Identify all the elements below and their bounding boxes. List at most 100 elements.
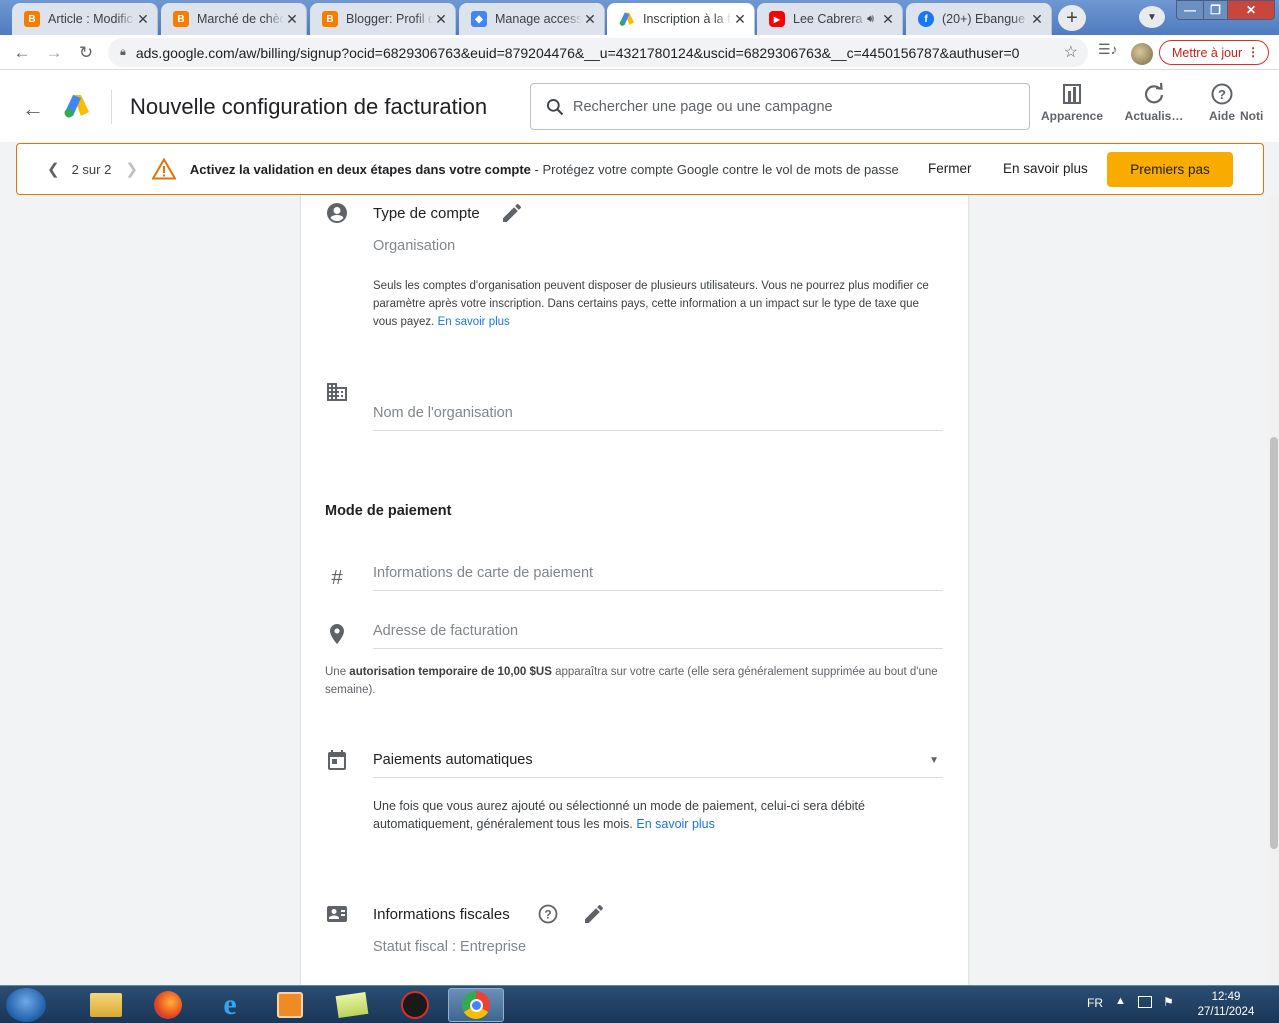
notes-icon: [335, 992, 369, 1018]
appearance-tool[interactable]: Apparence: [1036, 82, 1108, 123]
edit-pencil-icon[interactable]: [582, 902, 606, 926]
close-button[interactable]: Fermer: [928, 161, 972, 176]
media-player-taskbar-button[interactable]: [262, 988, 318, 1022]
update-label: Mettre à jour: [1172, 45, 1243, 60]
tab-title: Marché de chèq: [197, 12, 284, 26]
banner-message: Activez la validation en deux étapes dan…: [190, 162, 899, 177]
learn-more-link[interactable]: En savoir plus: [438, 316, 510, 328]
back-arrow-icon[interactable]: ←: [22, 96, 44, 122]
svg-text:?: ?: [544, 908, 551, 922]
chrome-taskbar-button[interactable]: [448, 988, 504, 1022]
billing-address-field[interactable]: Adresse de facturation: [373, 613, 943, 649]
automatic-payments-description: Une fois que vous aurez ajouté ou sélect…: [373, 797, 945, 833]
start-button[interactable]: [6, 988, 46, 1022]
close-tab-icon[interactable]: ✕: [135, 11, 151, 28]
bookmark-star-icon[interactable]: ☆: [1064, 42, 1078, 62]
close-tab-icon[interactable]: ✕: [433, 11, 449, 28]
close-tab-icon[interactable]: ✕: [880, 11, 896, 28]
blogger-icon: B: [322, 11, 338, 27]
account-circle-icon: [325, 201, 349, 225]
svg-text:?: ?: [1218, 87, 1226, 102]
search-icon: [547, 98, 564, 115]
organization-name-field[interactable]: Nom de l'organisation: [373, 395, 943, 431]
card-info-field[interactable]: Informations de carte de paiement: [373, 555, 943, 591]
google-admin-icon: ◆: [471, 11, 487, 27]
dropdown-arrow-icon: ▼: [929, 755, 939, 766]
update-button[interactable]: Mettre à jour ⋮: [1159, 40, 1270, 65]
browser-tab[interactable]: ◆ Manage access ✕: [459, 3, 605, 35]
sticky-notes-taskbar-button[interactable]: [324, 988, 380, 1022]
blogger-icon: B: [24, 11, 40, 27]
notifications-tool[interactable]: Noti: [1240, 82, 1279, 123]
file-explorer-taskbar-button[interactable]: [78, 988, 134, 1022]
action-center-flag-icon[interactable]: ⚑: [1163, 995, 1174, 1009]
banner-message-rest: - Protégez votre compte Google contre le…: [530, 161, 899, 177]
blogger-icon: B: [173, 11, 189, 27]
refresh-icon: [1144, 82, 1164, 104]
close-window-button[interactable]: ✕: [1227, 0, 1275, 20]
search-input[interactable]: Rechercher une page ou une campagne: [530, 83, 1030, 130]
firefox-icon: [154, 991, 182, 1019]
close-tab-icon[interactable]: ✕: [284, 11, 300, 28]
language-indicator[interactable]: FR: [1087, 996, 1103, 1010]
tab-title: Blogger: Profil d: [346, 12, 433, 26]
internet-explorer-taskbar-button[interactable]: e: [202, 988, 258, 1022]
media-player-icon: [277, 992, 303, 1018]
tab-search-icon[interactable]: ▼: [1139, 6, 1165, 28]
facebook-icon: f: [918, 11, 934, 27]
system-clock[interactable]: 12:49 27/11/2024: [1190, 990, 1262, 1020]
lock-icon[interactable]: 🔒︎: [120, 46, 126, 59]
learn-more-button[interactable]: En savoir plus: [1003, 161, 1088, 176]
close-tab-icon[interactable]: ✕: [732, 11, 748, 28]
browser-tab[interactable]: B Marché de chèq ✕: [161, 3, 307, 35]
close-tab-icon[interactable]: ✕: [582, 11, 598, 28]
automatic-payments-select[interactable]: Paiements automatiques ▼: [373, 742, 943, 778]
edit-pencil-icon[interactable]: [500, 201, 524, 225]
firefox-taskbar-button[interactable]: [140, 988, 196, 1022]
tab-title: Manage access: [495, 12, 582, 26]
new-tab-button[interactable]: +: [1058, 5, 1086, 31]
profile-avatar[interactable]: [1131, 43, 1153, 65]
learn-more-link[interactable]: En savoir plus: [636, 817, 715, 831]
tab-title: Lee Cabrera: [793, 12, 863, 26]
page-scrollbar-thumb[interactable]: [1270, 437, 1278, 849]
refresh-tool[interactable]: Actualis…: [1118, 82, 1190, 123]
show-hidden-icons-icon[interactable]: ▲: [1115, 995, 1126, 1007]
building-icon: [325, 380, 349, 404]
speaker-icon[interactable]: 🔊︎: [867, 13, 874, 26]
temporary-authorization-note: Une autorisation temporaire de 10,00 $US…: [325, 663, 945, 699]
maximize-button[interactable]: ❐: [1203, 0, 1228, 20]
location-pin-icon: [325, 622, 349, 646]
get-started-button[interactable]: Premiers pas: [1107, 152, 1233, 187]
minimize-button[interactable]: —: [1176, 0, 1204, 20]
google-ads-logo-icon[interactable]: [64, 94, 90, 118]
banner-message-bold: Activez la validation en deux étapes dan…: [189, 161, 531, 177]
help-icon: ?: [1211, 83, 1233, 105]
tool-label: Actualis…: [1124, 109, 1184, 123]
browser-tab[interactable]: B Article : Modific ✕: [12, 3, 158, 35]
app-taskbar-button[interactable]: [387, 988, 443, 1022]
tax-status-value: Statut fiscal : Entreprise: [373, 939, 527, 955]
browser-toolbar: ← → ↻ 🔒︎ ads.google.com/aw/billing/signu…: [0, 35, 1279, 70]
banner-counter: 2 sur 2: [71, 161, 112, 177]
chevron-right-icon[interactable]: ❯: [125, 160, 138, 178]
browser-tab[interactable]: ▶ Lee Cabrera 🔊︎ ✕: [757, 3, 903, 35]
tab-title: Inscription à la f: [643, 12, 731, 26]
browser-tab-active[interactable]: Inscription à la f ✕: [607, 3, 755, 35]
url-text: ads.google.com/aw/billing/signup?ocid=68…: [135, 44, 1020, 61]
tool-label: Noti: [1240, 109, 1264, 123]
close-tab-icon[interactable]: ✕: [1029, 11, 1045, 28]
media-control-icon[interactable]: ☰♪: [1098, 41, 1118, 58]
account-type-description: Seuls les comptes d'organisation peuvent…: [373, 277, 945, 331]
automatic-payments-label: Paiements automatiques: [373, 752, 533, 768]
address-bar[interactable]: 🔒︎ ads.google.com/aw/billing/signup?ocid…: [108, 38, 1088, 67]
reload-icon[interactable]: ↻: [74, 41, 98, 65]
network-icon[interactable]: [1138, 996, 1152, 1008]
forward-icon[interactable]: →: [42, 41, 66, 65]
back-icon[interactable]: ←: [10, 41, 34, 65]
browser-tab[interactable]: f (20+) Ebangue ✕: [906, 3, 1052, 35]
help-circle-icon[interactable]: ?: [536, 902, 560, 926]
browser-tab[interactable]: B Blogger: Profil d ✕: [310, 3, 456, 35]
google-ads-icon: [619, 11, 635, 27]
chevron-left-icon[interactable]: ❮: [47, 160, 60, 178]
